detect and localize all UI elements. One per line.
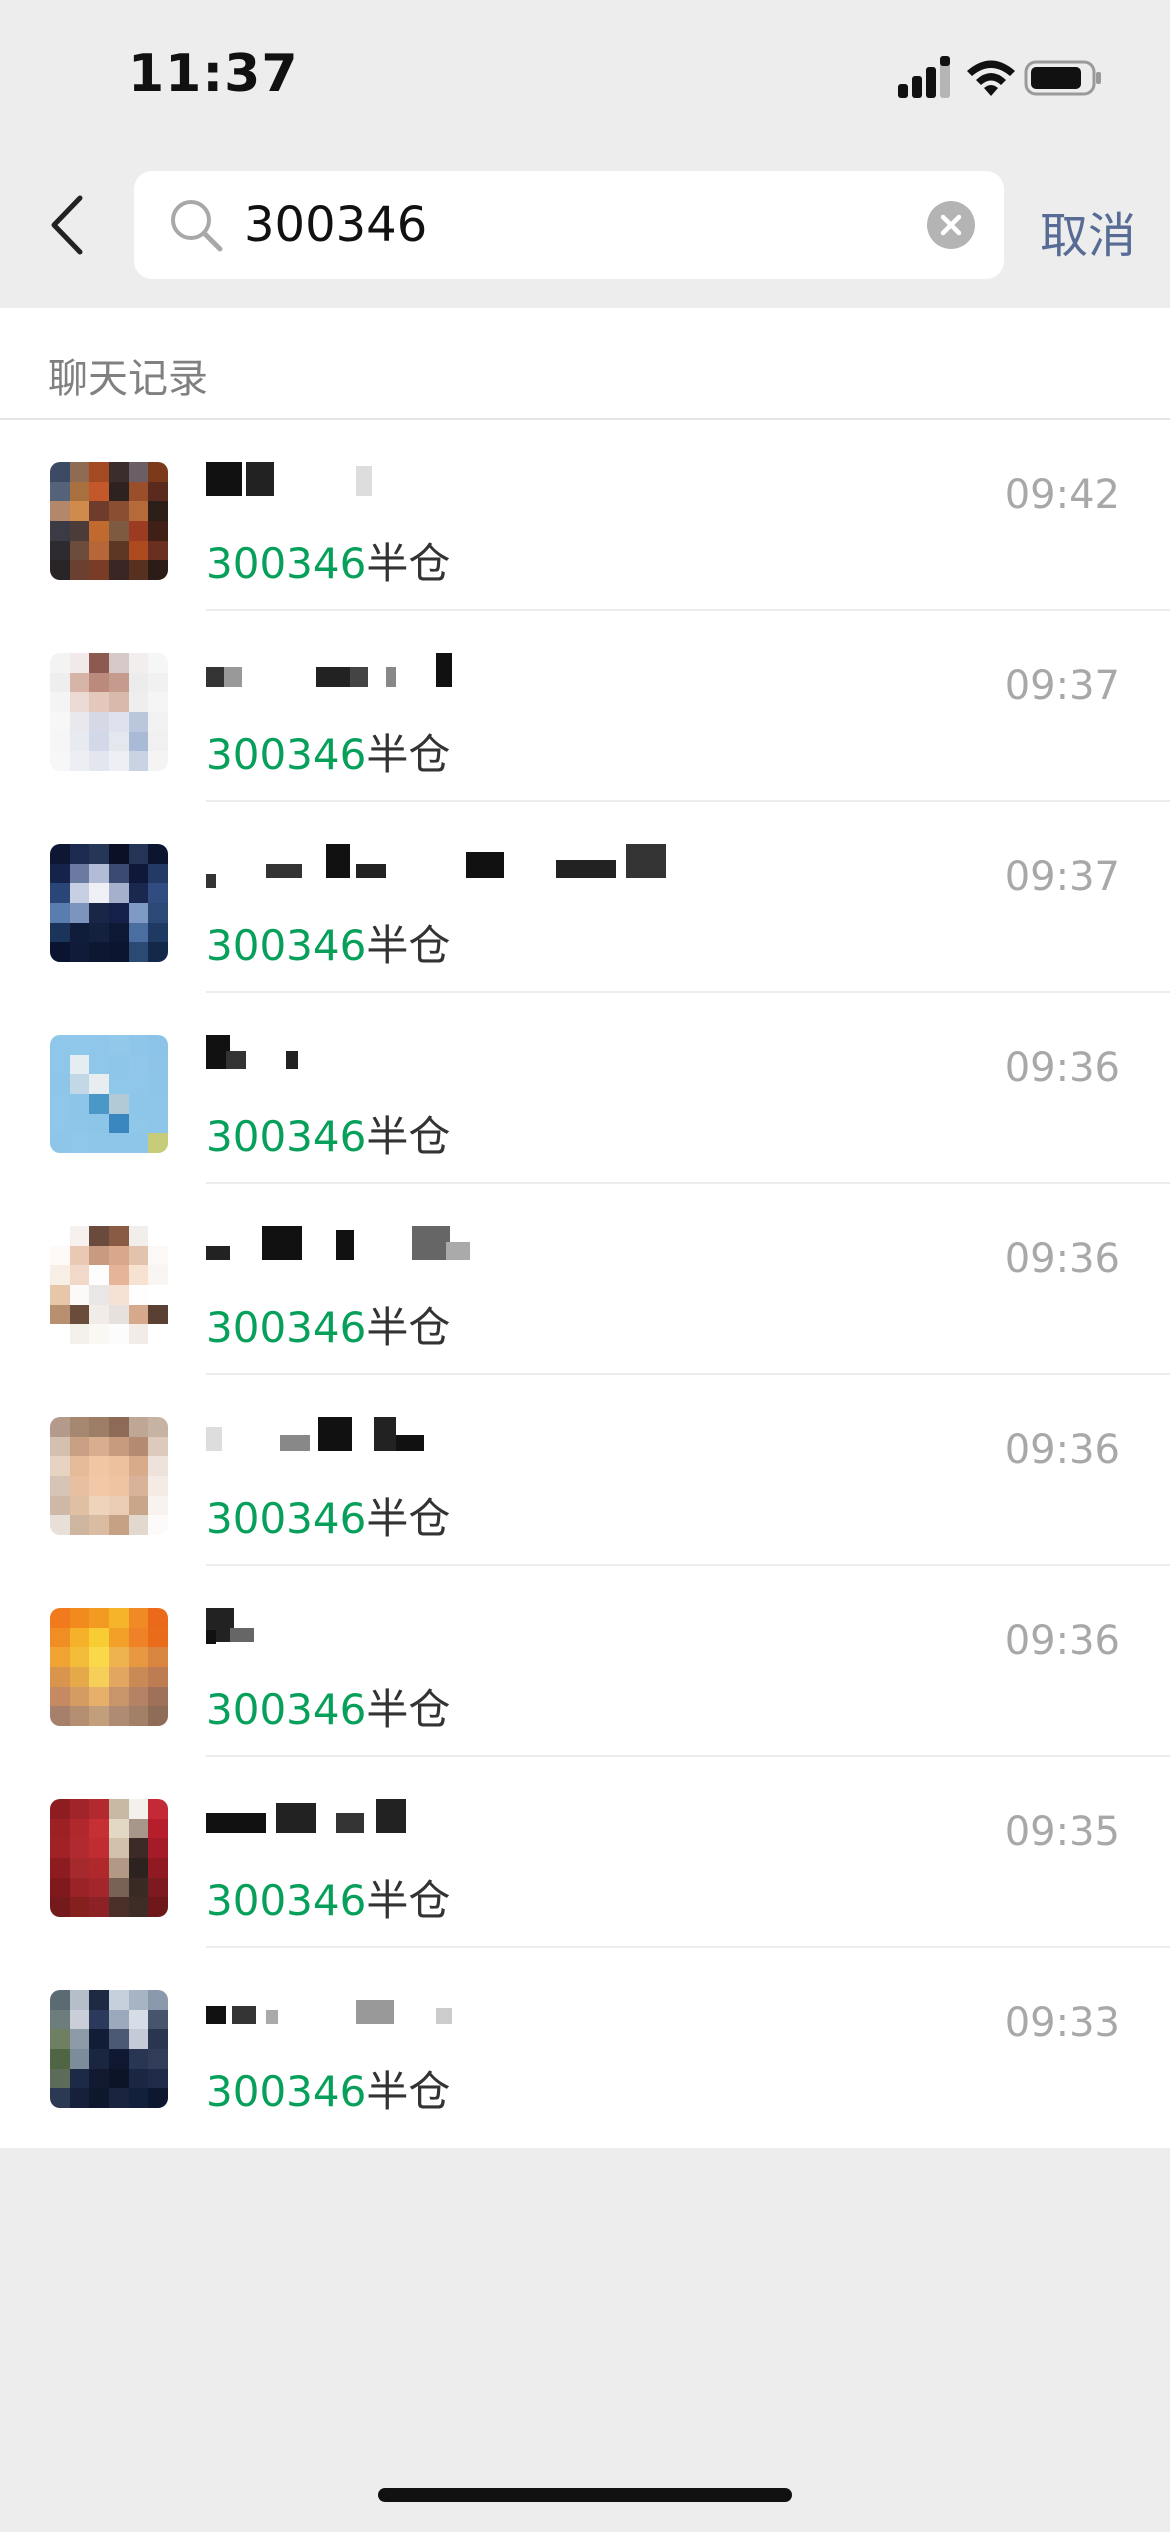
avatar [50,1417,168,1535]
status-bar: 11:37 [0,0,1170,150]
list-item[interactable]: 300346半仓 09:36 [0,1566,1170,1757]
list-item[interactable]: 300346半仓 09:37 [0,611,1170,802]
message-time: 09:36 [1004,1618,1120,1664]
contact-name-redacted [206,1226,806,1276]
contact-name-redacted [206,844,806,894]
contact-name-redacted [206,1990,806,2040]
message-time: 09:36 [1004,1236,1120,1282]
snippet-rest-text: 半仓 [366,1685,451,1734]
message-snippet: 300346半仓 [206,1294,450,1355]
cancel-button[interactable]: 取消 [1040,196,1136,266]
snippet-rest-text: 半仓 [366,921,451,970]
message-time: 09:35 [1004,1809,1120,1855]
home-indicator[interactable] [378,2488,792,2502]
message-snippet: 300346半仓 [206,912,450,973]
search-input[interactable] [244,185,884,265]
message-time: 09:37 [1004,854,1120,900]
snippet-rest-text: 半仓 [366,1112,451,1161]
search-box[interactable] [134,171,1004,279]
message-time: 09:33 [1004,2000,1120,2046]
result-list: 300346半仓 09:42 300346半仓 09:37 300346半仓 09:37 3… [0,420,1170,2139]
snippet-match-text: 300346 [206,539,367,588]
signal-icon [898,56,950,98]
avatar [50,1226,168,1344]
search-header: 取消 [0,150,1170,308]
message-time: 09:36 [1004,1045,1120,1091]
message-snippet: 300346半仓 [206,1867,450,1928]
contact-name-redacted [206,1417,806,1467]
contact-name-redacted [206,653,806,703]
snippet-match-text: 300346 [206,921,367,970]
message-snippet: 300346半仓 [206,1103,450,1164]
message-snippet: 300346半仓 [206,2058,450,2119]
search-icon [171,200,223,252]
message-snippet: 300346半仓 [206,1485,450,1546]
message-time: 09:36 [1004,1427,1120,1473]
chevron-left-icon [51,195,83,255]
avatar [50,1990,168,2108]
battery-icon [1024,60,1101,96]
snippet-match-text: 300346 [206,1494,367,1543]
snippet-match-text: 300346 [206,1876,367,1925]
snippet-match-text: 300346 [206,2067,367,2116]
snippet-rest-text: 半仓 [366,2067,451,2116]
avatar [50,462,168,580]
snippet-rest-text: 半仓 [366,730,451,779]
list-item[interactable]: 300346半仓 09:36 [0,1184,1170,1375]
chat-history-section: 聊天记录 300346半仓 09:42 300346半仓 09:37 300346半仓 0… [0,308,1170,2148]
contact-name-redacted [206,1608,806,1658]
list-item[interactable]: 300346半仓 09:33 [0,1948,1170,2139]
list-item[interactable]: 300346半仓 09:37 [0,802,1170,993]
snippet-rest-text: 半仓 [366,1876,451,1925]
message-snippet: 300346半仓 [206,1676,450,1737]
message-time: 09:42 [1004,472,1120,518]
wifi-icon [967,60,1015,96]
snippet-match-text: 300346 [206,1685,367,1734]
contact-name-redacted [206,462,806,512]
snippet-rest-text: 半仓 [366,1303,451,1352]
avatar [50,1799,168,1917]
status-time: 11:37 [128,44,299,104]
section-title: 聊天记录 [48,356,208,402]
avatar [50,1608,168,1726]
contact-name-redacted [206,1799,806,1849]
snippet-rest-text: 半仓 [366,1494,451,1543]
list-item[interactable]: 300346半仓 09:35 [0,1757,1170,1948]
back-button[interactable] [40,190,100,260]
contact-name-redacted [206,1035,806,1085]
message-time: 09:37 [1004,663,1120,709]
snippet-match-text: 300346 [206,1303,367,1352]
list-item[interactable]: 300346半仓 09:42 [0,420,1170,611]
snippet-match-text: 300346 [206,1112,367,1161]
snippet-match-text: 300346 [206,730,367,779]
avatar [50,1035,168,1153]
snippet-rest-text: 半仓 [366,539,451,588]
avatar [50,844,168,962]
message-snippet: 300346半仓 [206,530,450,591]
message-snippet: 300346半仓 [206,721,450,782]
list-item[interactable]: 300346半仓 09:36 [0,1375,1170,1566]
clear-icon[interactable] [926,200,976,250]
list-item[interactable]: 300346半仓 09:36 [0,993,1170,1184]
avatar [50,653,168,771]
